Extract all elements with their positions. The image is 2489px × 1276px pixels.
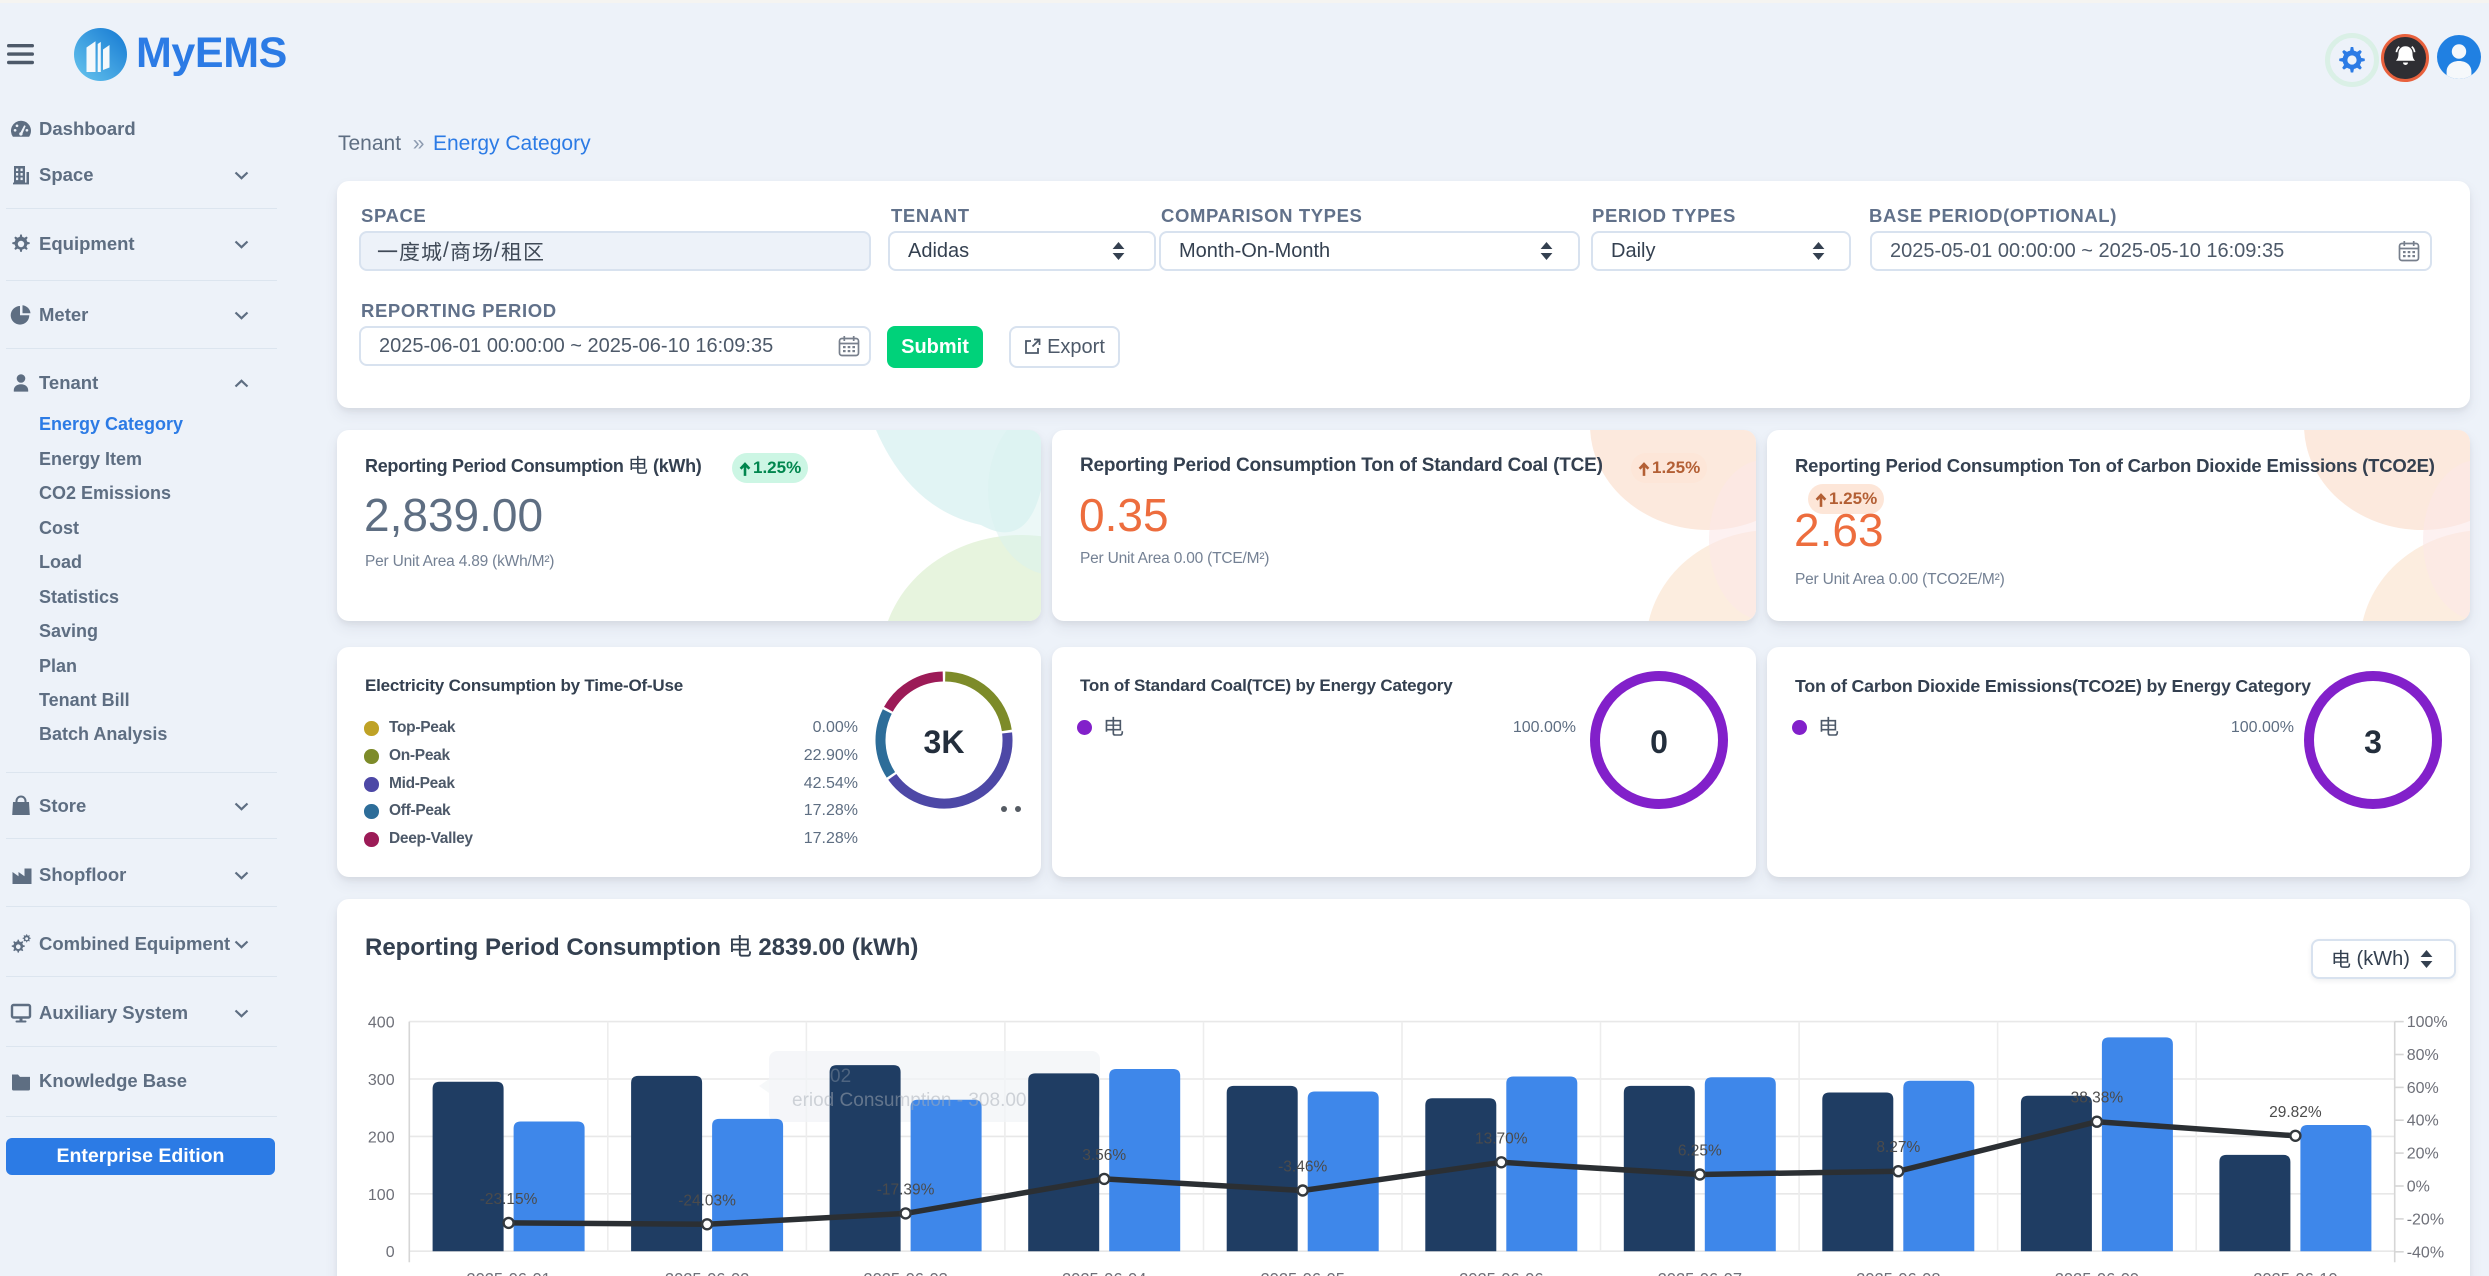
svg-text:2025-06-01: 2025-06-01 [466, 1271, 550, 1276]
svg-text:2025-06-06: 2025-06-06 [1459, 1271, 1543, 1276]
svg-text:0%: 0% [2407, 1179, 2430, 1196]
svg-text:-17.39%: -17.39% [877, 1181, 935, 1198]
svg-text:8.27%: 8.27% [1876, 1139, 1920, 1156]
svg-text:400: 400 [368, 1015, 395, 1032]
svg-text:29.82%: 29.82% [2269, 1104, 2322, 1121]
svg-text:40%: 40% [2407, 1113, 2439, 1130]
svg-text:60%: 60% [2407, 1080, 2439, 1097]
svg-text:38.38%: 38.38% [2071, 1090, 2124, 1107]
svg-text:-3.46%: -3.46% [1278, 1159, 1327, 1176]
svg-text:200: 200 [368, 1129, 395, 1146]
svg-text:300: 300 [368, 1072, 395, 1089]
svg-text:-40%: -40% [2407, 1244, 2444, 1261]
svg-text:13.70%: 13.70% [1475, 1130, 1528, 1147]
svg-text:2025-06-07: 2025-06-07 [1658, 1271, 1742, 1276]
svg-text:2025-06-03: 2025-06-03 [863, 1271, 947, 1276]
svg-text:-23.15%: -23.15% [480, 1191, 538, 1208]
svg-text:80%: 80% [2407, 1047, 2439, 1064]
svg-text:eriod Consumption - 308.00: eriod Consumption - 308.00 [792, 1090, 1026, 1111]
svg-text:0: 0 [386, 1244, 395, 1261]
svg-text:2025-06-09: 2025-06-09 [2055, 1271, 2139, 1276]
svg-text:20%: 20% [2407, 1146, 2439, 1163]
svg-text:100: 100 [368, 1187, 395, 1204]
svg-text:6.25%: 6.25% [1678, 1143, 1722, 1160]
svg-text:2025-06-02: 2025-06-02 [665, 1271, 749, 1276]
svg-text:02: 02 [830, 1066, 851, 1087]
svg-text:-20%: -20% [2407, 1211, 2444, 1228]
svg-text:2025-06-04: 2025-06-04 [1062, 1271, 1146, 1276]
svg-text:2025-06-08: 2025-06-08 [1856, 1271, 1940, 1276]
svg-text:3.56%: 3.56% [1082, 1147, 1126, 1164]
svg-text:-24.03%: -24.03% [678, 1192, 736, 1209]
svg-text:2025-06-10: 2025-06-10 [2253, 1271, 2337, 1276]
svg-text:100%: 100% [2407, 1014, 2448, 1031]
svg-text:2025-06-05: 2025-06-05 [1260, 1271, 1344, 1276]
